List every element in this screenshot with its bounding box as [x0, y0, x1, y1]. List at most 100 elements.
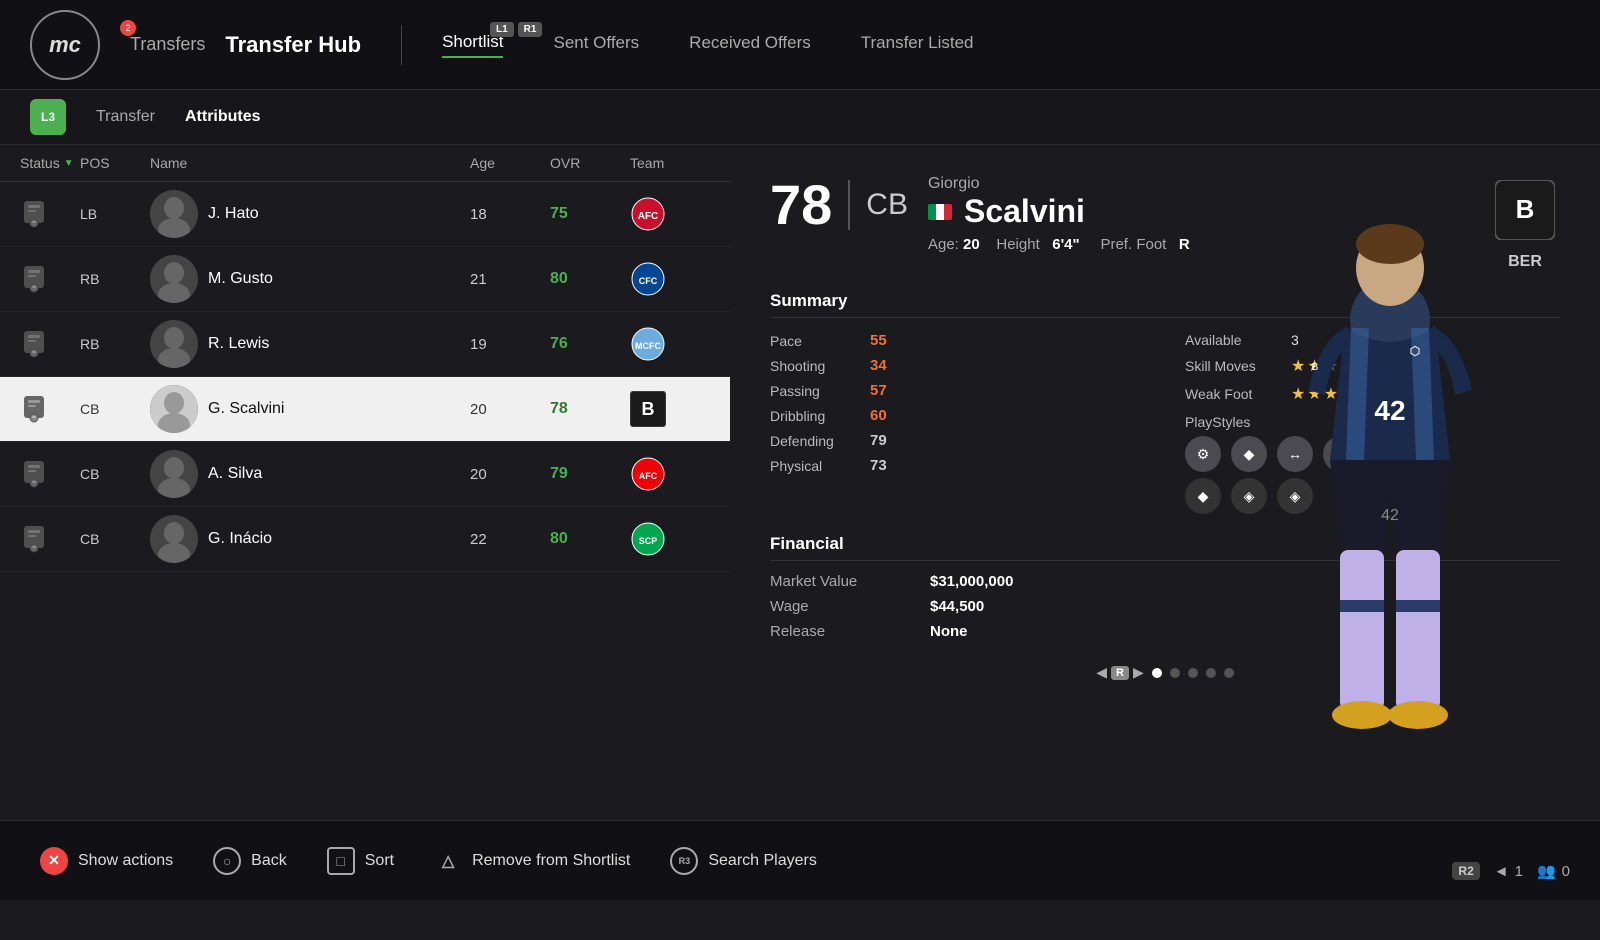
svg-text:B: B [1312, 362, 1319, 373]
remove-label: Remove from Shortlist [472, 852, 630, 870]
height-value: 6'4" [1052, 236, 1079, 253]
col-header-team: Team [630, 155, 710, 171]
col-header-name: Name [150, 155, 470, 171]
nav-transfers[interactable]: Transfers [130, 34, 205, 55]
avatar-placeholder [150, 450, 198, 498]
sub-nav-icon-label: L3 [41, 110, 55, 124]
physical-val: 73 [870, 457, 887, 474]
search-players-btn[interactable]: R3 Search Players [670, 847, 817, 875]
player-flag-icon [928, 204, 952, 220]
team-badge: AFC [630, 456, 666, 492]
player-pos: RB [80, 336, 150, 352]
show-actions-label: Show actions [78, 852, 173, 870]
sub-tab-transfer[interactable]: Transfer [96, 108, 155, 126]
scout-icon [20, 458, 48, 490]
player-row[interactable]: CB G. Inácio 22 80 SCP [0, 507, 730, 572]
show-actions-btn[interactable]: ✕ Show actions [40, 847, 173, 875]
player-pos: CB [80, 466, 150, 482]
stats-left: Pace 55 Shooting 34 Passing 57 Dribbling… [770, 332, 1145, 514]
r3-icon: R3 [670, 847, 698, 875]
r2-badge: R2 [1452, 862, 1479, 880]
scout-icon [20, 263, 48, 295]
back-label: Back [251, 852, 287, 870]
ovr-val: 80 [550, 530, 630, 548]
team-badge: AFC [630, 196, 666, 232]
sub-nav-icon: L3 [30, 99, 66, 135]
hud-arrow-icon: ◄ [1494, 863, 1509, 880]
svg-text:42: 42 [1374, 395, 1405, 426]
player-info: J. Hato [150, 190, 470, 238]
player-3d-model: 42 42 ⬡ B [1180, 90, 1600, 940]
hud-count1: 1 [1515, 863, 1523, 880]
svg-text:AFC: AFC [638, 211, 659, 222]
main-content: Status ▼ POS Name Age OVR Team LB [0, 145, 1600, 820]
team-badge: MCFC [630, 326, 666, 362]
player-row[interactable]: CB A. Silva 20 79 AFC [0, 442, 730, 507]
hud-people-icon: 👥 [1537, 862, 1556, 880]
triangle-icon: △ [434, 847, 462, 875]
top-nav: mc 2 Transfers Transfer Hub L1 R1 Shortl… [0, 0, 1600, 90]
player-row[interactable]: RB M. Gusto 21 80 CFC [0, 247, 730, 312]
sort-arrow-icon: ▼ [64, 158, 74, 169]
svg-text:⬡: ⬡ [1410, 344, 1420, 358]
back-btn[interactable]: ○ Back [213, 847, 287, 875]
header-status-text: Status [20, 155, 60, 171]
svg-text:SCP: SCP [639, 536, 658, 546]
release-label: Release [770, 623, 930, 640]
player-3d-svg: 42 42 ⬡ B [1200, 180, 1580, 940]
svg-text:CFC: CFC [639, 276, 658, 286]
player-pos: RB [80, 271, 150, 287]
defending-val: 79 [870, 432, 887, 449]
player-name: J. Hato [208, 205, 259, 223]
player-age: 22 [470, 531, 550, 548]
dot-2[interactable] [1170, 668, 1180, 678]
stat-physical: Physical 73 [770, 457, 1145, 474]
right-panel: 42 42 ⬡ B 78 [730, 145, 1600, 820]
player-row[interactable]: LB J. Hato 18 75 AFC [0, 182, 730, 247]
avatar-placeholder [150, 515, 198, 563]
stat-dribbling: Dribbling 60 [770, 407, 1145, 424]
player-name: M. Gusto [208, 270, 273, 288]
scout-icon [20, 328, 48, 360]
player-row[interactable]: RB R. Lewis 19 76 MCFC [0, 312, 730, 377]
hud-count2-item: 👥 0 [1537, 862, 1570, 880]
player-info: A. Silva [150, 450, 470, 498]
l1-button[interactable]: L1 [490, 22, 514, 37]
prev-page-btn[interactable]: ◀ R ▶ [1096, 664, 1144, 681]
hud-count1-item: ◄ 1 [1494, 863, 1523, 880]
r-badge: R [1111, 666, 1129, 680]
player-position: CB [866, 178, 908, 232]
svg-text:42: 42 [1381, 507, 1399, 524]
scout-icon [20, 523, 48, 555]
player-lastname-text: Scalvini [964, 193, 1085, 230]
player-row[interactable]: CB G. Scalvini 20 78 B [0, 377, 730, 442]
player-rating: 78 [770, 177, 832, 233]
player-age: 19 [470, 336, 550, 353]
square-icon: □ [327, 847, 355, 875]
hud-r2-item: R2 [1452, 862, 1479, 880]
ovr-val: 78 [550, 400, 630, 418]
tab-transfer-listed[interactable]: Transfer Listed [861, 33, 974, 57]
player-age: 18 [470, 206, 550, 223]
player-info: R. Lewis [150, 320, 470, 368]
sort-label: Sort [365, 852, 394, 870]
dot-1[interactable] [1152, 668, 1162, 678]
sort-btn[interactable]: □ Sort [327, 847, 394, 875]
r1-button[interactable]: R1 [518, 22, 543, 37]
dribbling-label: Dribbling [770, 408, 860, 424]
list-header: Status ▼ POS Name Age OVR Team [0, 145, 730, 182]
nav-hub: Transfer Hub [225, 32, 361, 58]
tab-sent-offers[interactable]: Sent Offers [553, 33, 639, 57]
remove-btn[interactable]: △ Remove from Shortlist [434, 847, 630, 875]
ovr-val: 76 [550, 335, 630, 353]
player-age: 20 [470, 466, 550, 483]
age-label: Age: [928, 236, 959, 253]
player-avatar [150, 190, 198, 238]
circle-icon: ○ [213, 847, 241, 875]
sub-tab-attributes[interactable]: Attributes [185, 108, 261, 126]
team-badge: SCP [630, 521, 666, 557]
svg-text:MCFC: MCFC [635, 341, 661, 351]
tab-received-offers[interactable]: Received Offers [689, 33, 811, 57]
age-value: 20 [963, 236, 980, 253]
cross-icon: ✕ [40, 847, 68, 875]
